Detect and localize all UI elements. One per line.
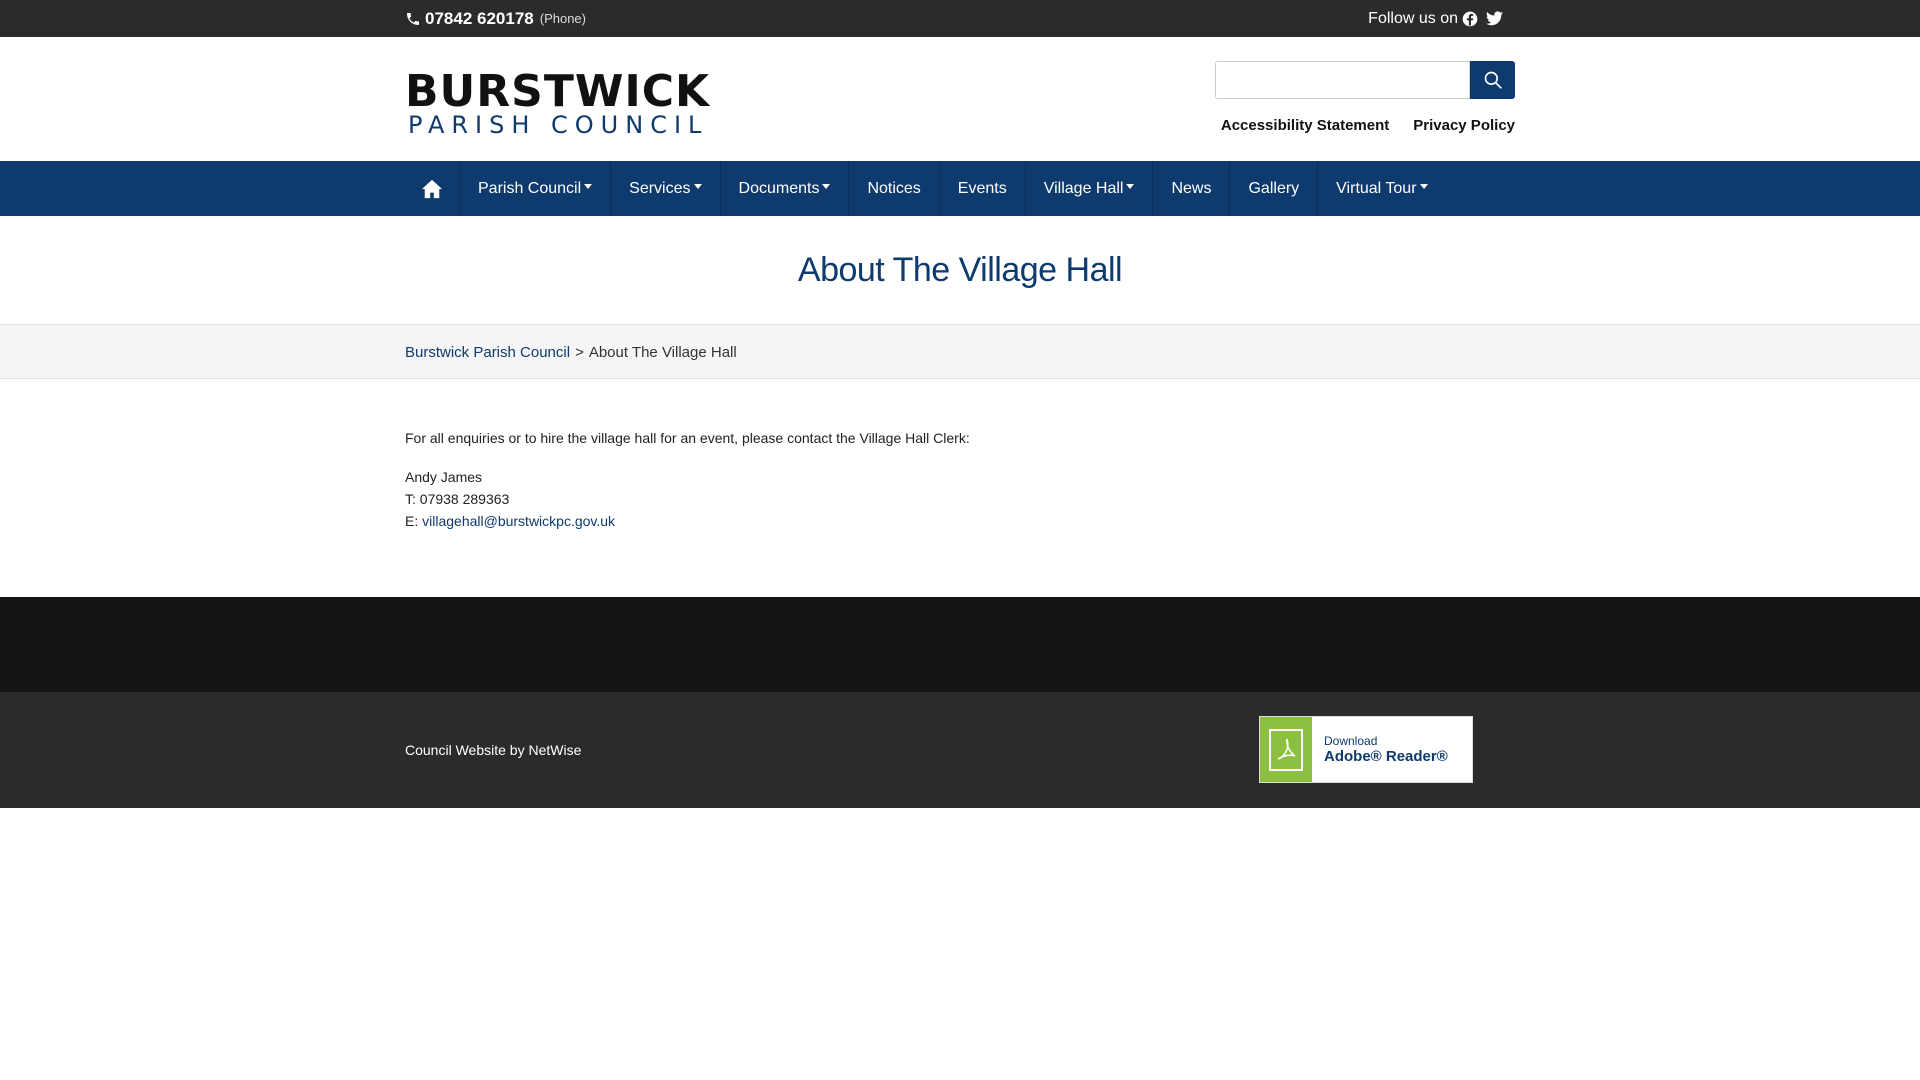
social-links: Follow us on — [1368, 0, 1503, 37]
twitter-icon[interactable] — [1486, 11, 1503, 26]
search-icon — [1484, 71, 1502, 89]
nav-news[interactable]: News — [1153, 161, 1231, 216]
site-header: BURSTWICK PARISH COUNCIL Accessibility S… — [0, 37, 1920, 161]
nav-home[interactable] — [405, 161, 460, 216]
intro-text: For all enquiries or to hire the village… — [405, 430, 970, 446]
phone-contact[interactable]: 07842 620178 (Phone) — [405, 0, 586, 37]
phone-icon — [407, 12, 419, 25]
search-form — [1215, 61, 1515, 99]
nav-label: Events — [957, 179, 1007, 197]
contact-email-row: E: villagehall@burstwickpc.gov.uk — [405, 510, 970, 532]
email-link[interactable]: villagehall@burstwickpc.gov.uk — [422, 513, 615, 529]
contact-name: Andy James — [405, 469, 483, 485]
nav-label: Services — [629, 179, 691, 197]
caret-down-icon — [822, 184, 831, 189]
contact-phone: T: 07938 289363 — [405, 491, 510, 507]
adobe-download-label: Download — [1324, 734, 1378, 748]
privacy-policy-link[interactable]: Privacy Policy — [1413, 117, 1515, 134]
nav-label: Parish Council — [478, 179, 582, 197]
header-links: Accessibility Statement Privacy Policy — [1221, 117, 1515, 134]
nav-parish-council[interactable]: Parish Council — [460, 161, 612, 216]
nav-services[interactable]: Services — [611, 161, 721, 216]
top-bar: 07842 620178 (Phone) Follow us on — [0, 0, 1920, 37]
caret-down-icon — [1126, 184, 1135, 189]
breadcrumb-current: About The Village Hall — [588, 344, 737, 361]
facebook-icon[interactable] — [1462, 11, 1478, 27]
page-title-section: About The Village Hall — [0, 216, 1920, 324]
nav-notices[interactable]: Notices — [849, 161, 940, 216]
site-credit[interactable]: Council Website by NetWise — [405, 692, 581, 808]
nav-label: Gallery — [1248, 179, 1300, 197]
nav-documents[interactable]: Documents — [721, 161, 850, 216]
caret-down-icon — [584, 184, 593, 189]
caret-down-icon — [693, 184, 702, 189]
adobe-reader-label: Adobe® Reader® — [1324, 748, 1448, 765]
email-prefix: E: — [405, 513, 423, 529]
nav-label: Virtual Tour — [1336, 179, 1417, 197]
accessibility-statement-link[interactable]: Accessibility Statement — [1221, 117, 1389, 134]
footer-bottom: Council Website by NetWise Download Adob… — [0, 692, 1920, 808]
pdf-icon — [1260, 717, 1312, 782]
logo-title: BURSTWICK — [405, 66, 711, 117]
nav-label: Village Hall — [1043, 179, 1124, 197]
search-button[interactable] — [1470, 61, 1515, 99]
caret-down-icon — [1419, 184, 1428, 189]
footer-top — [0, 597, 1920, 692]
nav-label: Documents — [738, 179, 820, 197]
breadcrumb-home-link[interactable]: Burstwick Parish Council — [405, 344, 570, 361]
adobe-reader-button[interactable]: Download Adobe® Reader® — [1259, 716, 1473, 783]
logo-subtitle: PARISH COUNCIL — [408, 111, 709, 139]
page-title: About The Village Hall — [797, 250, 1123, 289]
breadcrumb: Burstwick Parish Council > About The Vil… — [405, 325, 737, 380]
site-logo[interactable]: BURSTWICK PARISH COUNCIL — [405, 66, 711, 139]
phone-type-label: (Phone) — [539, 11, 586, 26]
home-icon — [422, 179, 442, 198]
nav-events[interactable]: Events — [940, 161, 1026, 216]
nav-virtual-tour[interactable]: Virtual Tour — [1318, 161, 1445, 216]
breadcrumb-separator: > — [575, 344, 584, 361]
nav-label: Notices — [867, 179, 921, 197]
nav-village-hall[interactable]: Village Hall — [1026, 161, 1154, 216]
main-nav: Parish Council Services Documents Notice… — [0, 161, 1920, 216]
main-content: For all enquiries or to hire the village… — [0, 379, 1920, 597]
search-input[interactable] — [1215, 61, 1470, 99]
breadcrumb-bar: Burstwick Parish Council > About The Vil… — [0, 324, 1920, 379]
phone-number[interactable]: 07842 620178 — [425, 9, 534, 29]
nav-label: News — [1171, 179, 1212, 197]
nav-gallery[interactable]: Gallery — [1230, 161, 1319, 216]
follow-label: Follow us on — [1368, 9, 1458, 27]
